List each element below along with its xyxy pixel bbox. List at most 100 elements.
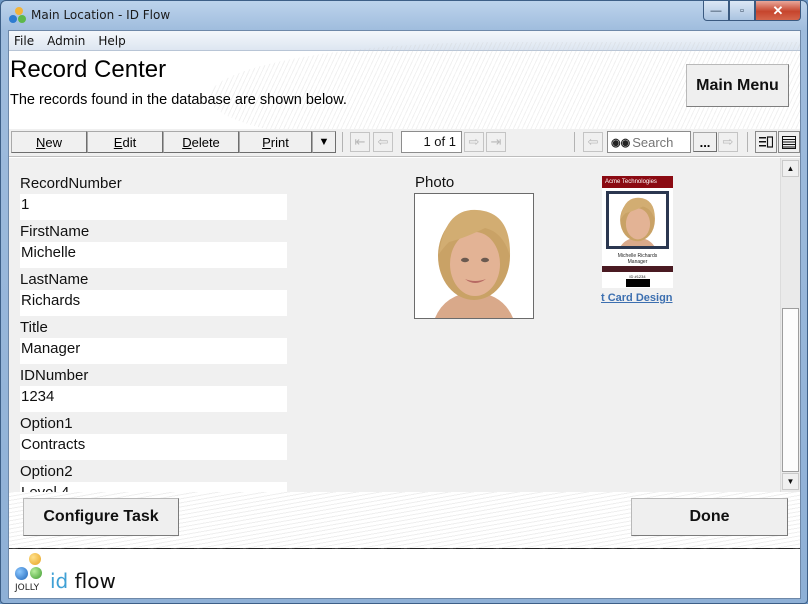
field-value[interactable]: 1 [20,194,287,220]
new-label: ew [45,134,62,150]
delete-accel: D [182,134,192,150]
form-view-button[interactable] [755,131,777,153]
search-input[interactable] [632,134,693,150]
search-back-button[interactable]: ⇦ [583,132,603,152]
wordmark-id: id [50,569,69,593]
delete-button[interactable]: Delete [163,131,239,153]
print-label: rint [270,134,289,150]
jolly-wordmark: JOLLY [15,583,40,593]
menu-admin[interactable]: Admin [47,34,85,48]
done-button[interactable]: Done [631,498,788,536]
vertical-scrollbar[interactable]: ▲ ▼ [780,158,800,492]
toolbar-divider [342,132,343,152]
card-photo-frame [606,191,669,249]
minimize-icon: — [710,4,722,17]
main-menu-button[interactable]: Main Menu [686,64,789,107]
list-view-icon [782,135,796,149]
close-button[interactable]: ✕ [755,1,801,21]
portrait-image [415,194,533,318]
card-band [602,266,673,272]
search-forward-button[interactable]: ⇨ [718,132,738,152]
menu-help[interactable]: Help [98,34,125,48]
record-toolbar: New Edit Delete Print ▼ ⇤ ⇦ 1 of 1 ⇨ ⇥ ⇦… [9,129,800,157]
new-accel: N [35,134,46,150]
record-detail-pane: RecordNumber 1 FirstName Michelle LastNa… [9,158,780,492]
window-title: Main Location - ID Flow [31,8,171,22]
chevron-down-icon: ▼ [318,136,330,148]
field-label: LastName [20,271,89,288]
footer-bar: Configure Task Done [9,492,800,549]
arrow-right-icon: ⇨ [468,134,480,149]
arrow-up-icon: ▲ [786,164,795,173]
binoculars-icon: ◉◉ [611,136,631,149]
scroll-up-button[interactable]: ▲ [782,160,799,177]
arrow-right-icon: ⇨ [722,134,734,149]
edit-button[interactable]: Edit [87,131,163,153]
edit-label: dit [122,134,137,150]
brand-bar: JOLLY id flow [9,550,800,598]
minimize-button[interactable]: — [703,1,729,21]
card-design-link[interactable]: t Card Design [601,292,673,304]
search-options-label: ... [699,134,711,150]
page-header: Record Center The records found in the d… [9,42,800,152]
scroll-down-button[interactable]: ▼ [782,473,799,490]
configure-task-button[interactable]: Configure Task [23,498,179,536]
id-card-preview[interactable]: Acme Technologies Michelle Richards Mana… [602,176,673,288]
page-indicator[interactable]: 1 of 1 [401,131,462,153]
app-window: Main Location - ID Flow — ▫ ✕ File Admin… [0,0,808,604]
arrow-left-icon: ⇦ [377,134,389,149]
previous-record-button[interactable]: ⇦ [373,132,393,152]
field-label: Option2 [20,463,73,480]
card-portrait-image [609,194,666,246]
client-area: File Admin Help Record Center The record… [8,30,801,599]
field-value[interactable]: Richards [20,290,287,316]
new-button[interactable]: New [11,131,87,153]
search-field[interactable]: ◉◉ [607,131,693,153]
maximize-button[interactable]: ▫ [729,1,755,21]
idflow-wordmark: id flow [50,569,116,593]
field-label: RecordNumber [20,175,122,192]
field-option2: Option2 Level 4 [20,462,287,492]
field-label: FirstName [20,223,90,240]
delete-label: elete [191,134,220,150]
field-label: Title [20,319,48,336]
first-icon: ⇤ [354,134,366,149]
field-first-name: FirstName Michelle [20,222,287,268]
print-dropdown-button[interactable]: ▼ [312,131,336,153]
print-accel: P [262,134,271,150]
card-holder-info: Michelle Richards Manager [602,253,673,265]
toolbar-divider [747,132,748,152]
arrow-left-icon: ⇦ [587,134,599,149]
field-last-name: LastName Richards [20,270,287,316]
scroll-thumb[interactable] [782,308,799,472]
next-record-button[interactable]: ⇨ [464,132,484,152]
card-company: Acme Technologies [602,176,673,188]
card-barcode [626,279,650,287]
print-button[interactable]: Print [239,131,312,153]
field-record-number: RecordNumber 1 [20,174,287,220]
field-value[interactable]: Contracts [20,434,287,460]
menu-file[interactable]: File [14,34,34,48]
arrow-down-icon: ▼ [786,477,795,486]
form-view-icon [759,136,773,148]
first-record-button[interactable]: ⇤ [350,132,370,152]
field-id-number: IDNumber 1234 [20,366,287,412]
edit-accel: E [113,134,123,150]
photo-label: Photo [415,174,455,191]
toolbar-divider [574,132,575,152]
search-options-button[interactable]: ... [693,132,717,152]
card-holder-title: Manager [627,259,648,265]
field-option1: Option1 Contracts [20,414,287,460]
field-value[interactable]: 1234 [20,386,287,412]
field-value[interactable]: Level 4 [20,482,287,492]
page-subtitle: The records found in the database are sh… [10,92,347,108]
field-value[interactable]: Manager [20,338,287,364]
app-logo-icon [9,7,27,25]
list-view-button[interactable] [778,131,800,153]
field-value[interactable]: Michelle [20,242,287,268]
close-icon: ✕ [772,2,784,18]
last-record-button[interactable]: ⇥ [486,132,506,152]
photo[interactable] [414,193,534,319]
title-bar[interactable]: Main Location - ID Flow — ▫ ✕ [1,1,807,30]
wordmark-flow: flow [68,569,116,593]
